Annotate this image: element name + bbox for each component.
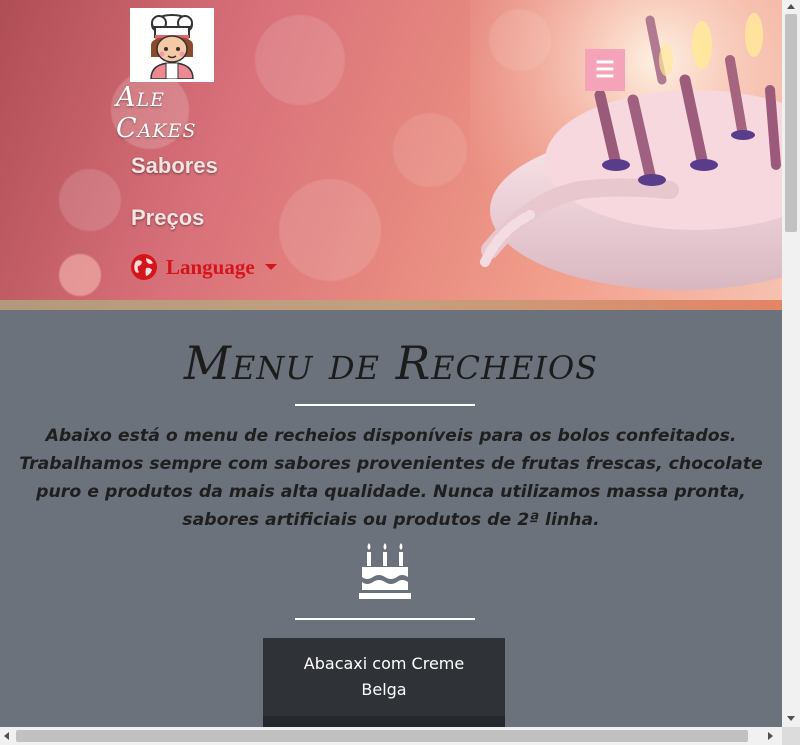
language-dropdown[interactable]: Language	[130, 253, 277, 281]
flavor-name: Abacaxi com Creme Belga	[303, 654, 465, 699]
divider-line	[295, 618, 475, 620]
chef-logo-icon	[150, 14, 194, 79]
globe-icon	[131, 254, 157, 280]
birthday-cake-photo	[470, 0, 782, 302]
hamburger-menu-button[interactable]: ☰	[585, 49, 625, 91]
header-bottom-border	[0, 300, 782, 310]
scroll-left-arrow-icon[interactable]	[4, 732, 9, 740]
divider-line	[295, 404, 475, 406]
scroll-down-arrow-icon[interactable]	[787, 716, 795, 721]
birthday-cake-icon	[359, 543, 411, 599]
brand-name[interactable]: Ale Cakes	[116, 82, 246, 144]
hamburger-menu-icon: ☰	[595, 57, 615, 82]
flavor-item[interactable]: Abacaxi com Creme Belga	[263, 638, 505, 716]
logo[interactable]	[130, 8, 214, 82]
language-label: Language	[166, 254, 255, 279]
chevron-down-icon	[264, 264, 277, 270]
scroll-right-arrow-icon[interactable]	[768, 732, 773, 740]
nav-link-sabores[interactable]: Sabores	[131, 153, 218, 179]
section-title: Menu de Recheios	[183, 336, 599, 390]
scrollbar-corner	[782, 727, 800, 745]
horizontal-scrollbar-thumb[interactable]	[16, 730, 748, 742]
vertical-scrollbar-thumb[interactable]	[785, 14, 797, 232]
nav-link-precos[interactable]: Preços	[131, 205, 204, 231]
intro-text: Abaixo está o menu de recheios disponíve…	[19, 426, 763, 530]
hero-header: Ale Cakes ☰ Sabores Preços Language	[0, 0, 782, 302]
scroll-up-arrow-icon[interactable]	[787, 4, 795, 9]
